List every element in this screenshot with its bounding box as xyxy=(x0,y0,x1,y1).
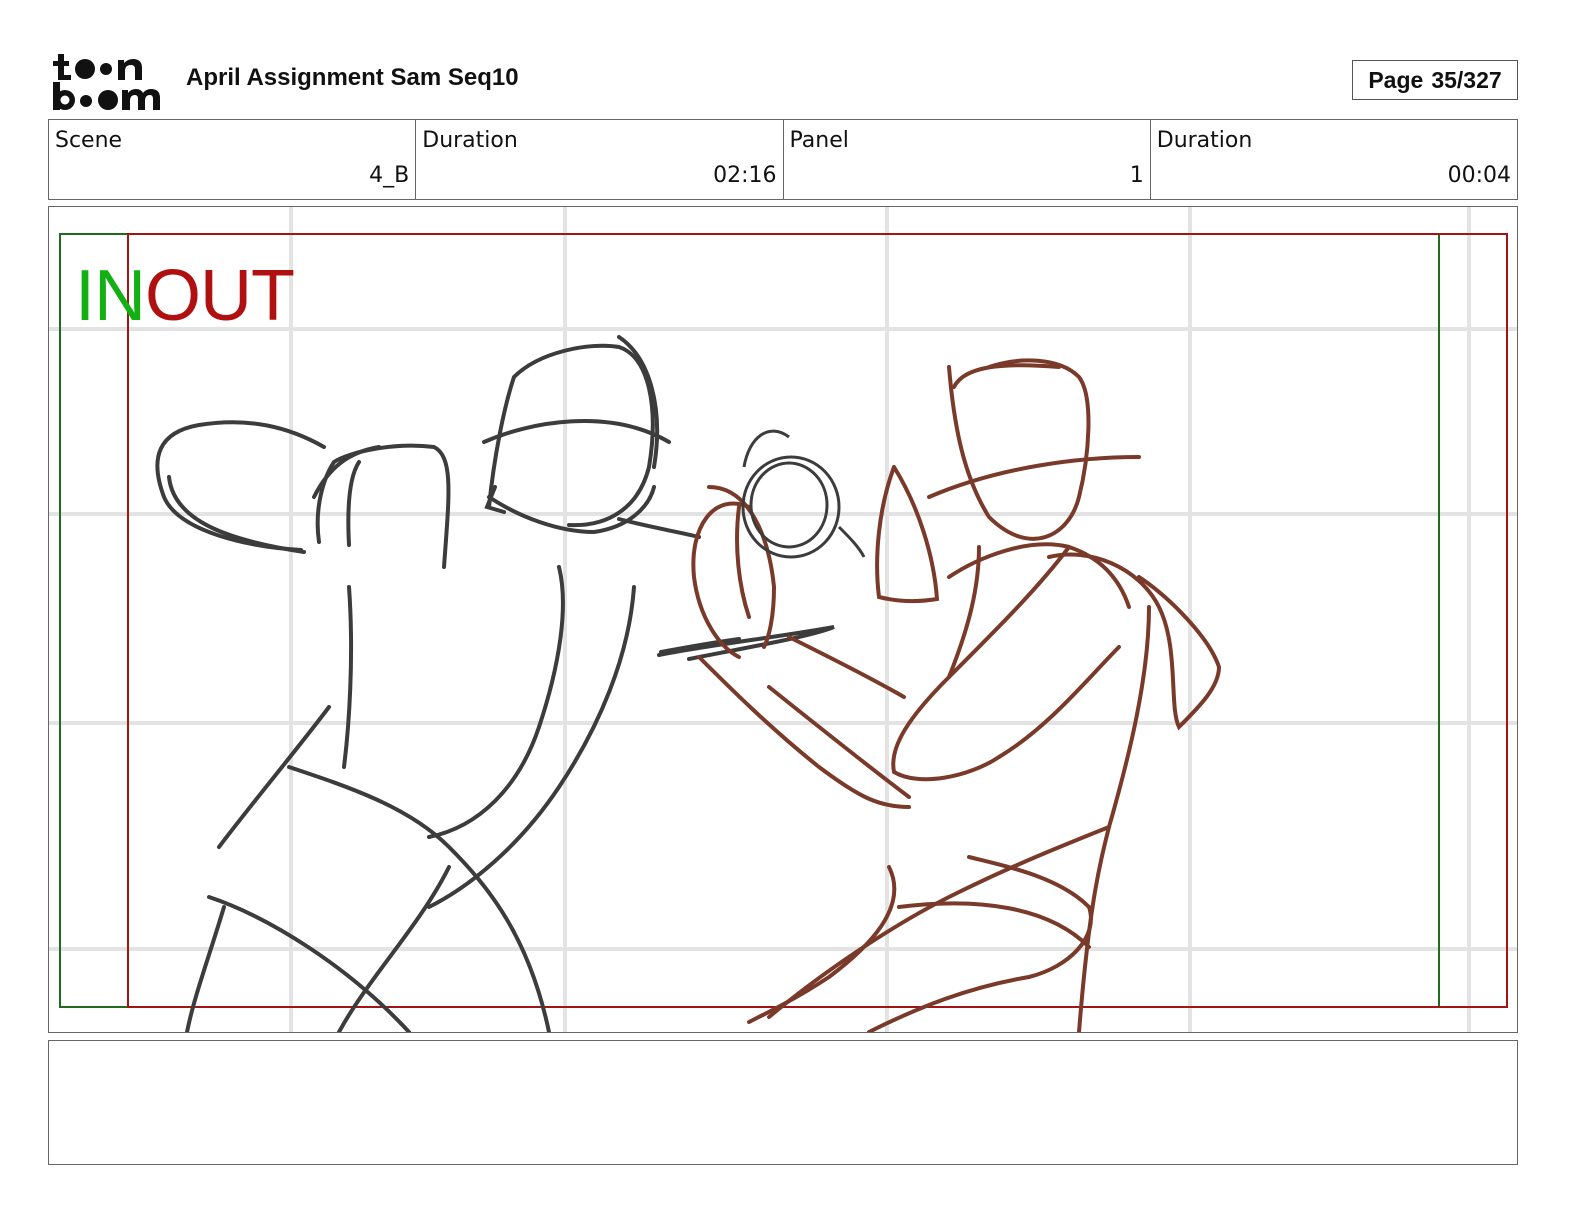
panel-value: 1 xyxy=(1129,163,1144,188)
out-camera-frame xyxy=(127,233,1508,1008)
panel-label: Panel xyxy=(789,128,849,153)
in-out-marker: INOUT xyxy=(75,255,295,337)
toon-boom-logo xyxy=(53,54,160,110)
page-indicator: Page 35/327 xyxy=(1352,60,1518,100)
panel-duration-label: Duration xyxy=(1156,128,1253,153)
scene-duration-value: 02:16 xyxy=(713,163,777,188)
scene-duration-label: Duration xyxy=(422,128,518,153)
panel-cell: Panel 1 xyxy=(784,120,1151,199)
scene-info-row: Scene 4_B Duration 02:16 Panel 1 Duratio… xyxy=(48,119,1518,200)
page-number: 35/327 xyxy=(1431,66,1502,93)
document-title: April Assignment Sam Seq10 xyxy=(186,64,519,91)
scene-cell: Scene 4_B xyxy=(49,120,417,199)
in-camera-frame xyxy=(59,233,1440,1008)
in-marker: IN xyxy=(75,256,146,336)
panel-duration-value: 00:04 xyxy=(1447,163,1511,188)
page-label: Page xyxy=(1368,66,1424,93)
scene-label: Scene xyxy=(55,128,123,153)
storyboard-panel: INOUT xyxy=(48,206,1518,1033)
left-character-sketch xyxy=(155,335,835,1032)
hands-sketch xyxy=(741,429,866,559)
panel-duration-cell: Duration 00:04 xyxy=(1151,120,1517,199)
panel-notes-box[interactable] xyxy=(48,1040,1518,1165)
scene-duration-cell: Duration 02:16 xyxy=(416,120,784,199)
out-marker: OUT xyxy=(145,256,295,336)
scene-value: 4_B xyxy=(369,163,410,188)
